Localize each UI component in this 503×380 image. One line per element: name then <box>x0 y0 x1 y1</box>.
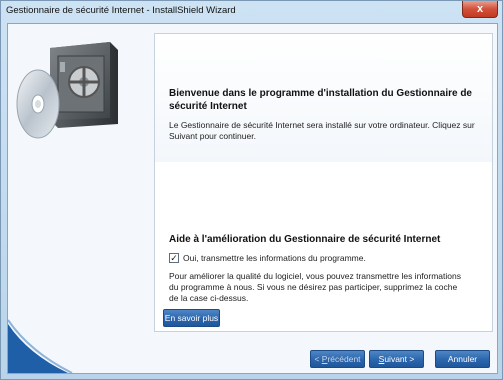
participation-checkbox-label[interactable]: Oui, transmettre les informations du pro… <box>183 253 366 263</box>
close-icon: x <box>476 3 484 15</box>
content-panel: Bienvenue dans le programme d'installati… <box>154 33 493 332</box>
previous-button-prefix: < <box>314 354 322 364</box>
close-button[interactable]: x <box>462 1 498 18</box>
improvement-description: Pour améliorer la qualité du logiciel, v… <box>169 271 461 303</box>
installer-window: Gestionnaire de sécurité Internet - Inst… <box>0 0 503 380</box>
welcome-description: Le Gestionnaire de sécurité Internet ser… <box>169 120 475 141</box>
participation-checkbox[interactable]: ✓ <box>169 253 179 263</box>
previous-button-label: récédent <box>327 354 361 364</box>
improvement-title: Aide à l'amélioration du Gestionnaire de… <box>169 234 441 245</box>
welcome-title: Bienvenue dans le programme d'installati… <box>169 88 472 112</box>
next-button-label: uivant > <box>384 354 415 364</box>
wizard-client-area: Bienvenue dans le programme d'installati… <box>7 23 498 374</box>
title-bar: Gestionnaire de sécurité Internet - Inst… <box>1 1 502 21</box>
learn-more-button[interactable]: En savoir plus <box>163 309 220 327</box>
previous-button[interactable]: < Précédent <box>310 350 365 368</box>
left-artwork <box>8 24 148 373</box>
cd-disc-icon <box>16 69 60 139</box>
cancel-button[interactable]: Annuler <box>435 350 490 368</box>
welcome-section: Bienvenue dans le programme d'installati… <box>155 34 492 162</box>
next-button[interactable]: Suivant > <box>369 350 424 368</box>
window-title: Gestionnaire de sécurité Internet - Inst… <box>6 5 236 16</box>
